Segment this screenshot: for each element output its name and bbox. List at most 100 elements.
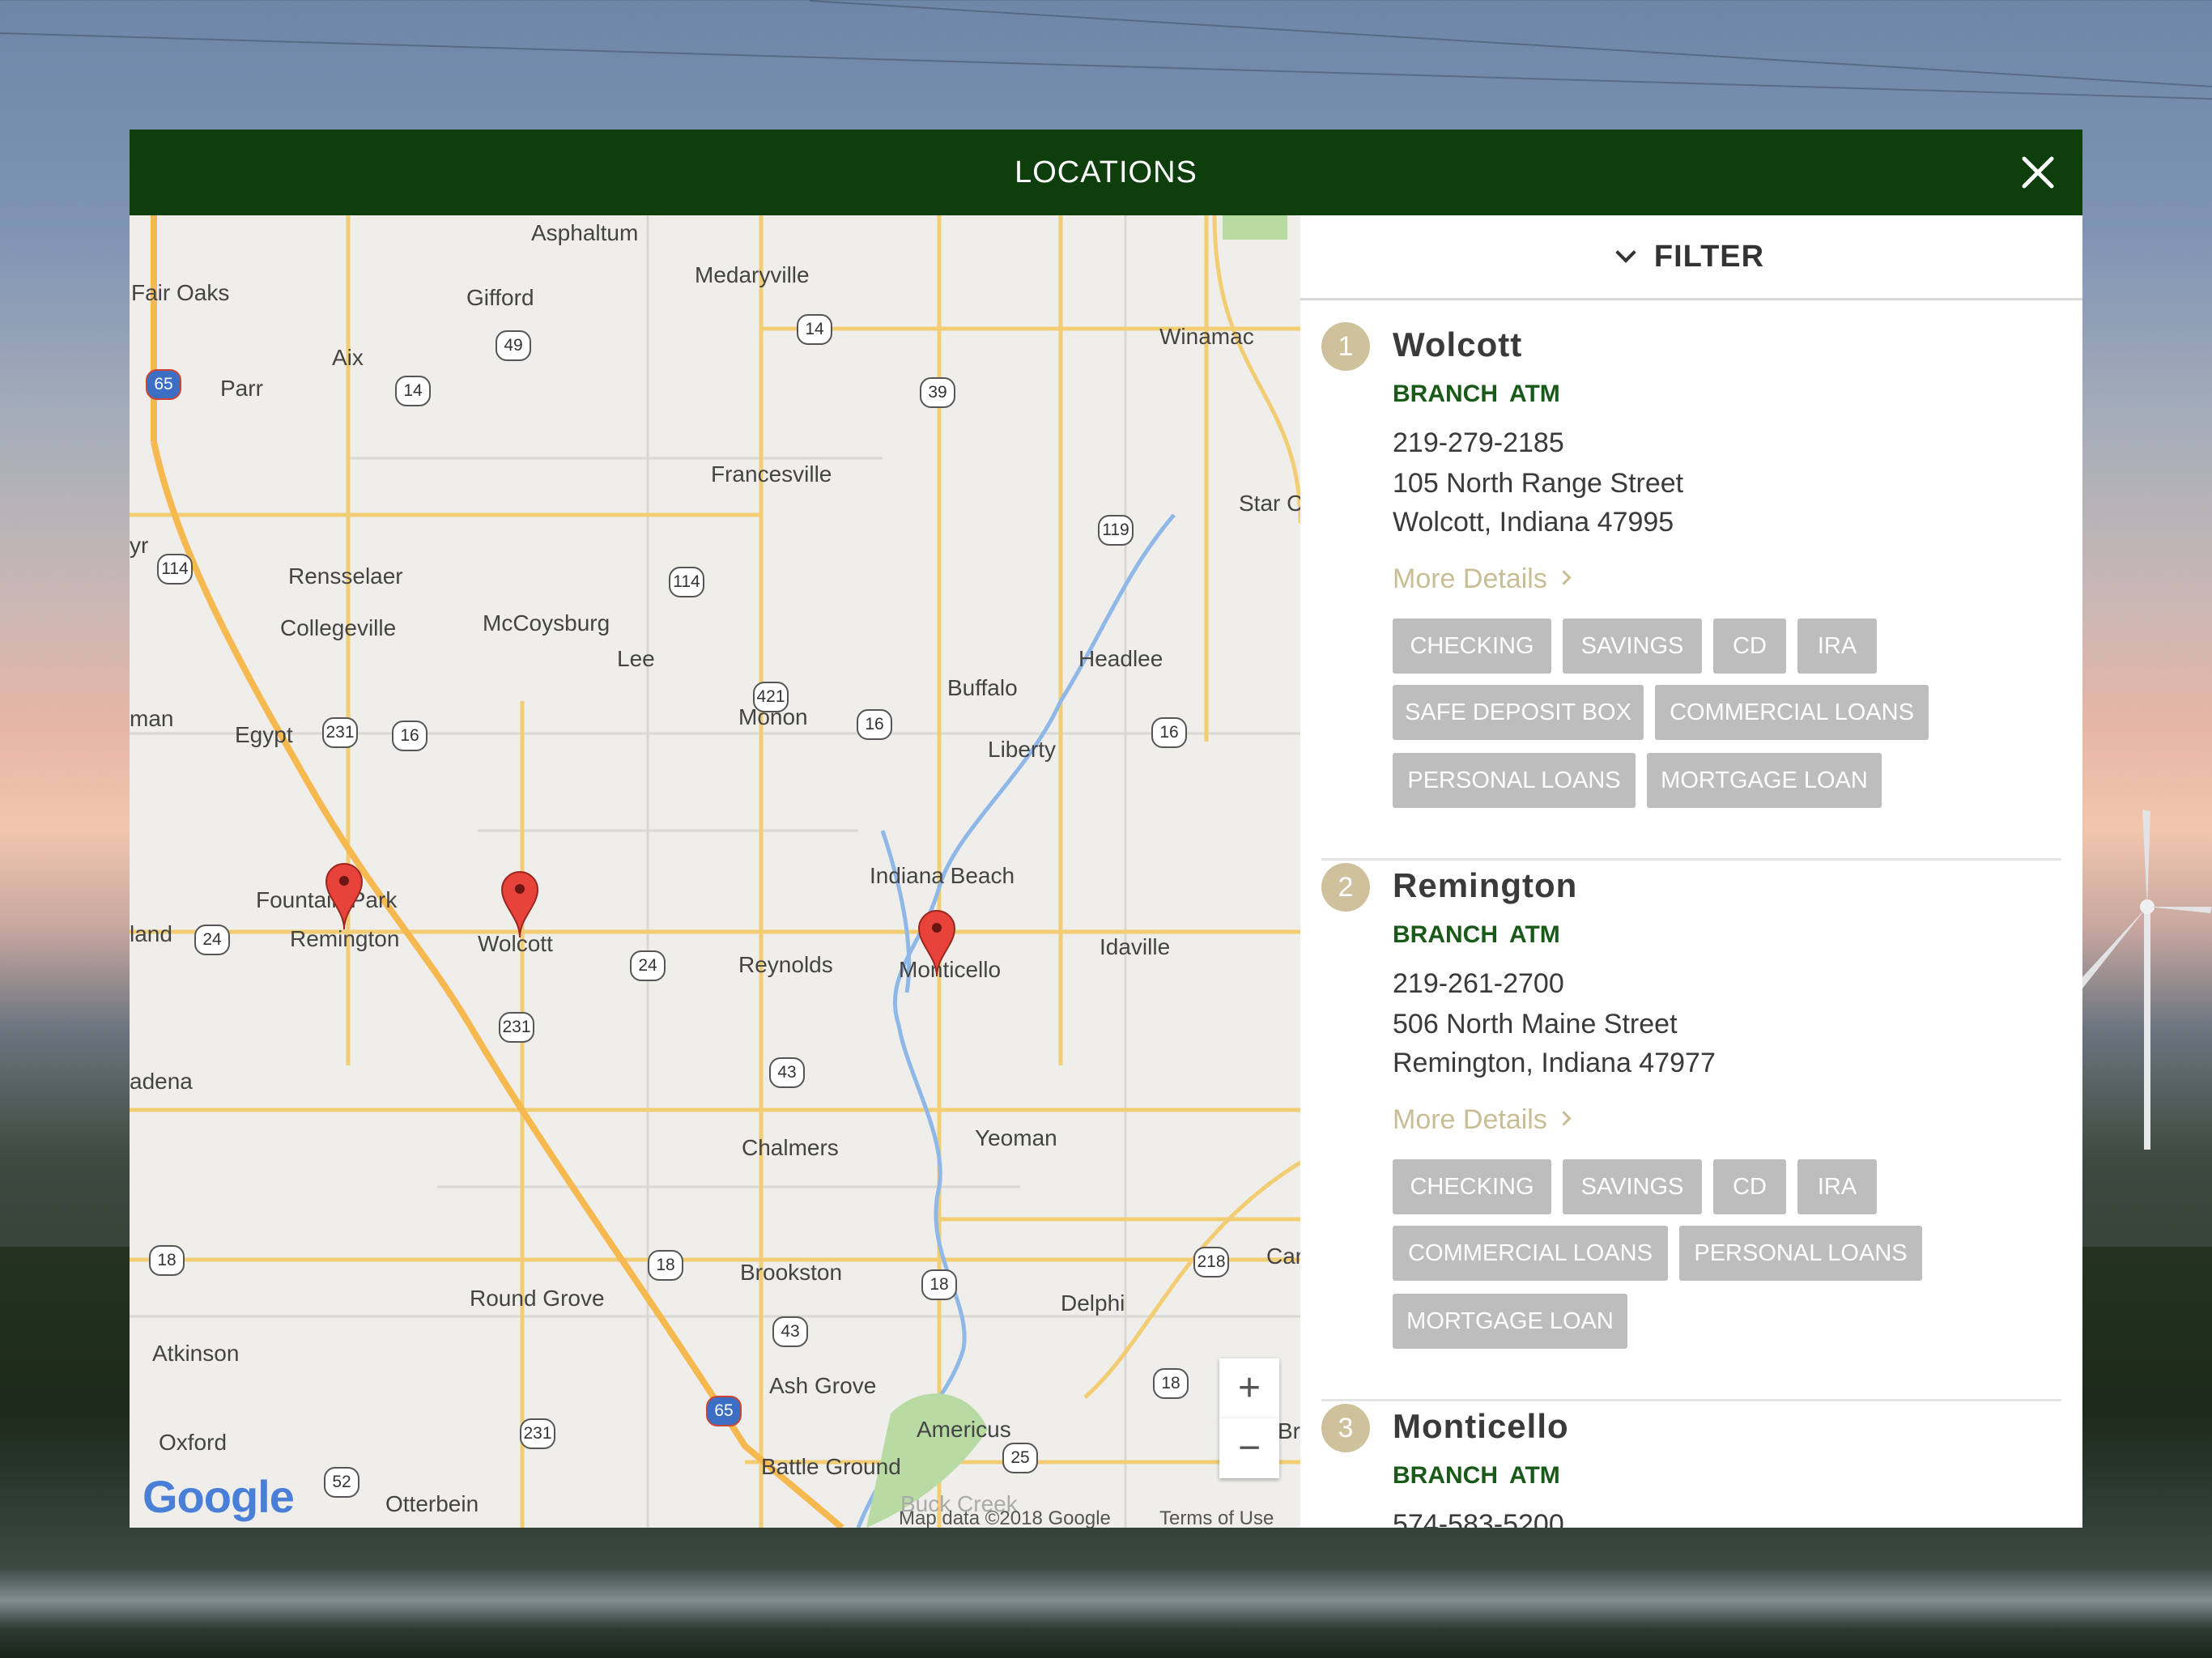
type-atm: ATM [1509,380,1560,407]
map-label-lee: Lee [617,646,655,671]
service-tag: MORTGAGE LOAN [1393,1294,1627,1349]
service-tag: SAVINGS [1563,1159,1702,1214]
zoom-in-button[interactable]: + [1219,1358,1279,1418]
map-label-fair-oaks: Fair Oaks [131,280,230,305]
location-phone[interactable]: 219-279-2185 [1393,427,1564,459]
route-shield: 14 [395,376,431,406]
service-tag: PERSONAL LOANS [1393,753,1636,808]
route-shield: 52 [324,1467,359,1498]
route-shield: 114 [669,567,704,597]
filter-bar[interactable]: FILTER [1300,215,2082,300]
terms-of-use-link[interactable]: Terms of Use [1159,1507,1274,1528]
map-label-chalmers: Chalmers [742,1135,839,1160]
map-label-yeoman: Yeoman [975,1125,1057,1150]
map-label-asphaltum: Asphaltum [531,220,639,245]
map-label-atkinson: Atkinson [152,1341,240,1366]
map-label-ash-grove: Ash Grove [769,1373,877,1398]
divider [1321,858,2061,861]
route-shield: 18 [149,1245,185,1276]
service-tag: SAFE DEPOSIT BOX [1393,685,1644,740]
service-tag: CHECKING [1393,1159,1551,1214]
route-shield: 114 [157,554,193,585]
route-shield: 65 [146,369,181,400]
route-shield: 14 [797,314,832,345]
location-phone[interactable]: 574-583-5200 [1393,1509,1564,1528]
type-atm: ATM [1509,921,1560,948]
route-shield: 43 [769,1057,805,1088]
map-marker-remington[interactable] [324,861,364,931]
more-details-link[interactable]: More Details [1393,1104,1572,1136]
filter-toggle[interactable]: FILTER [1300,215,2082,298]
filter-label: FILTER [1653,240,1765,274]
route-shield: 18 [648,1250,683,1281]
map-label-headlee: Headlee [1078,646,1163,671]
locations-panel: FILTER 1 Wolcott BRANCH ATM 219-279-2185 … [1300,215,2082,1528]
map-label-delphi: Delphi [1061,1290,1125,1316]
location-name[interactable]: Wolcott [1393,325,1522,364]
map-label-medaryville: Medaryville [695,262,810,287]
service-tag: COMMERCIAL LOANS [1393,1226,1668,1281]
type-branch: BRANCH [1393,921,1498,948]
location-street: 105 North Range Street [1393,468,1684,499]
location-name[interactable]: Monticello [1393,1407,1569,1446]
map-label-idaville: Idaville [1100,934,1171,959]
location-city: Remington, Indiana 47977 [1393,1048,1716,1078]
map-label-yr: yr [130,533,149,558]
location-city: Wolcott, Indiana 47995 [1393,507,1674,538]
route-shield: 24 [630,950,666,981]
service-tag: CD [1713,619,1786,674]
map[interactable]: Asphaltum Fair Oaks Gifford Medaryville … [130,215,1300,1528]
location-number-badge: 3 [1321,1404,1370,1452]
route-shield: 18 [1153,1368,1189,1399]
service-tag: IRA [1797,1159,1877,1214]
location-name[interactable]: Remington [1393,866,1577,905]
locations-modal: LOCATIONS Asphaltum Fair Oaks Gifford Me… [130,130,2082,1528]
more-details-link[interactable]: More Details [1393,563,1572,595]
location-types: BRANCH ATM [1393,380,1560,408]
google-logo: Google [143,1471,295,1522]
divider [1321,1399,2061,1401]
map-label-francesville: Francesville [711,461,832,487]
chevron-right-icon [1556,1111,1572,1126]
type-atm: ATM [1509,1462,1560,1489]
route-shield: 16 [392,721,428,751]
route-shield: 25 [1002,1443,1038,1473]
map-label-liberty: Liberty [988,737,1057,762]
location-number-badge: 2 [1321,863,1370,912]
service-tag: MORTGAGE LOAN [1647,753,1882,808]
map-label-mccoysburg: McCoysburg [483,610,610,636]
route-shield: 218 [1193,1247,1229,1278]
map-label-parr: Parr [220,376,263,401]
location-phone[interactable]: 219-261-2700 [1393,968,1564,1000]
route-shield: 231 [322,717,358,748]
map-label-man: man [130,706,174,731]
service-tag: CHECKING [1393,619,1551,674]
type-branch: BRANCH [1393,380,1498,407]
location-types: BRANCH ATM [1393,1462,1560,1490]
map-label-collegeville: Collegeville [280,615,397,640]
service-tag: IRA [1797,619,1877,674]
zoom-out-button[interactable]: − [1219,1418,1279,1478]
service-tag: PERSONAL LOANS [1679,1226,1922,1281]
map-label-br: Br [1278,1418,1300,1443]
map-attribution: Map data ©2018 Google [899,1507,1111,1528]
route-shield: 231 [499,1012,534,1043]
map-marker-monticello[interactable] [917,908,957,978]
route-shield: 119 [1098,515,1134,546]
map-marker-wolcott[interactable] [500,869,540,939]
service-tag: COMMERCIAL LOANS [1655,685,1929,740]
close-icon[interactable] [2016,151,2060,194]
route-shield: 24 [194,925,230,955]
map-label-oxford: Oxford [159,1430,228,1455]
route-shield: 18 [921,1269,957,1300]
service-tag: CD [1713,1159,1786,1214]
route-shield: 65 [706,1396,742,1426]
chevron-right-icon [1556,570,1572,585]
map-label-rensselaer: Rensselaer [288,563,403,589]
route-shield: 421 [753,682,789,712]
map-label-adena: adena [130,1069,193,1094]
map-label-winamac: Winamac [1159,324,1254,349]
service-tag: SAVINGS [1563,619,1702,674]
route-shield: 49 [496,330,531,361]
chevron-down-icon [1615,242,1636,263]
